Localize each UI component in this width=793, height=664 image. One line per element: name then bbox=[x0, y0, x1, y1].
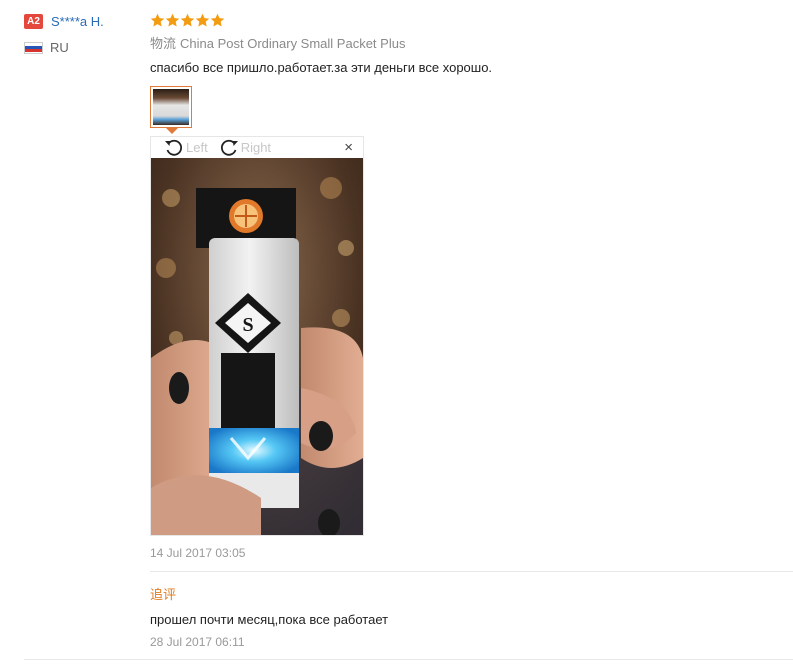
reviewer-row: A2 S****a H. bbox=[24, 12, 134, 30]
review-body: 物流 China Post Ordinary Small Packet Plus … bbox=[150, 10, 793, 649]
review-text: спасибо все пришло.работает.за эти деньг… bbox=[150, 60, 493, 75]
additional-feedback-date: 28 Jul 2017 06:11 bbox=[150, 635, 245, 649]
thumbnail-pointer bbox=[166, 128, 178, 134]
review-date: 14 Jul 2017 03:05 bbox=[150, 546, 246, 560]
russia-flag-icon bbox=[24, 41, 43, 54]
star-icon bbox=[195, 13, 210, 26]
review-photo-thumbnail[interactable] bbox=[150, 86, 192, 128]
reviewer-info: A2 S****a H. RU bbox=[24, 12, 134, 55]
rotate-right-button[interactable]: Right bbox=[218, 137, 271, 158]
shipping-info: 物流 China Post Ordinary Small Packet Plus bbox=[150, 33, 793, 51]
additional-feedback-text: прошел почти месяц,пока все работает bbox=[150, 612, 389, 627]
country-row: RU bbox=[24, 40, 134, 55]
star-icon bbox=[210, 13, 225, 26]
rotate-left-button[interactable]: Left bbox=[163, 137, 208, 158]
lighter-photo-image: S bbox=[151, 158, 363, 535]
buyer-level-badge: A2 bbox=[24, 13, 43, 29]
rotate-left-label: Left bbox=[186, 140, 208, 155]
star-rating bbox=[150, 10, 793, 30]
divider bbox=[150, 571, 793, 572]
star-icon bbox=[165, 13, 180, 26]
bottom-divider bbox=[24, 659, 793, 660]
shipping-method: China Post Ordinary Small Packet Plus bbox=[180, 36, 406, 51]
photo-viewer-toolbar: Left Right × bbox=[151, 137, 363, 158]
rotate-right-icon bbox=[220, 139, 238, 156]
thumbnail-image bbox=[153, 89, 189, 125]
star-icon bbox=[150, 13, 165, 26]
rotate-right-label: Right bbox=[240, 140, 272, 155]
star-icon bbox=[180, 13, 195, 26]
photo-viewer: Left Right × S bbox=[150, 136, 364, 536]
close-viewer-button[interactable]: × bbox=[344, 139, 353, 156]
svg-text:S: S bbox=[242, 314, 253, 336]
review-photo: S bbox=[151, 158, 363, 535]
rotate-left-icon bbox=[165, 139, 183, 156]
reviewer-country: RU bbox=[50, 40, 69, 55]
shipping-prefix: 物流 bbox=[150, 36, 177, 51]
additional-feedback-label: 追评 bbox=[150, 587, 177, 602]
reviewer-name: S****a H. bbox=[51, 13, 104, 29]
